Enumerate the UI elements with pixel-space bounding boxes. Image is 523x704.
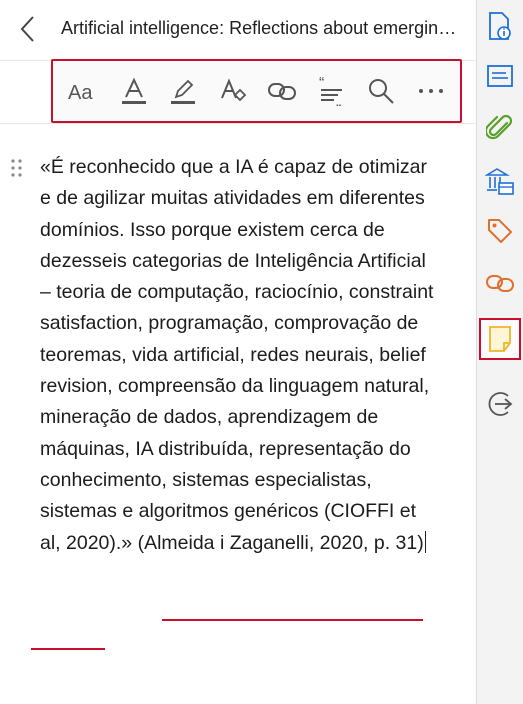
main-pane: Artificial intelligence: Reflections abo…: [0, 0, 476, 704]
tags-button[interactable]: [481, 212, 519, 250]
formatting-toolbar: Aa “ „: [51, 59, 462, 123]
locate-button[interactable]: [481, 385, 519, 423]
page-title: Artificial intelligence: Reflections abo…: [61, 18, 461, 38]
document-info-button[interactable]: [481, 7, 519, 45]
library-button[interactable]: [481, 162, 519, 200]
clear-formatting-button[interactable]: [216, 74, 250, 108]
document-info-icon: [489, 12, 511, 40]
quote-text: «É reconhecido que a IA é capaz de otimi…: [40, 156, 434, 554]
highlight-button[interactable]: [166, 74, 200, 108]
locate-icon: [488, 392, 513, 416]
search-button[interactable]: [364, 74, 398, 108]
citation-underline-2: [31, 648, 105, 650]
attachments-icon: [486, 114, 513, 140]
back-button[interactable]: [14, 13, 42, 45]
chevron-left-icon: [20, 16, 34, 42]
text-caret: [424, 530, 426, 553]
svg-text:„: „: [336, 93, 341, 106]
header: Artificial intelligence: Reflections abo…: [0, 0, 476, 61]
quote-button[interactable]: “ „: [315, 74, 349, 108]
svg-text:Aa: Aa: [68, 82, 93, 103]
more-icon: [418, 89, 443, 93]
note-paragraph[interactable]: «É reconhecido que a IA é capaz de otimi…: [40, 152, 435, 559]
annotation-note-icon: [489, 326, 511, 352]
related-links-icon: [486, 275, 514, 292]
related-links-button[interactable]: [481, 264, 519, 302]
font-style-button[interactable]: Aa: [67, 74, 101, 108]
link-icon: [268, 83, 297, 100]
quote-icon: “ „: [319, 76, 342, 106]
link-button[interactable]: [265, 74, 299, 108]
notes-icon: [487, 65, 513, 87]
clear-formatting-icon: [220, 78, 246, 102]
tags-icon: [488, 219, 512, 243]
citation-link[interactable]: (Almeida i Zaganelli, 2020, p. 31): [138, 532, 424, 554]
right-sidebar: [476, 0, 523, 704]
notes-button[interactable]: [481, 57, 519, 95]
search-icon: [369, 79, 395, 104]
font-style-icon: Aa: [68, 82, 93, 103]
drag-grip-icon: [11, 159, 22, 177]
library-icon: [485, 168, 514, 195]
annotation-note-button[interactable]: [479, 318, 521, 360]
citation-underline: [162, 619, 423, 621]
text-color-icon: [121, 77, 146, 104]
highlight-icon: [171, 79, 196, 104]
drag-handle[interactable]: [10, 158, 24, 182]
more-button[interactable]: [414, 74, 448, 108]
attachments-button[interactable]: [481, 110, 519, 148]
text-color-button[interactable]: [117, 74, 151, 108]
